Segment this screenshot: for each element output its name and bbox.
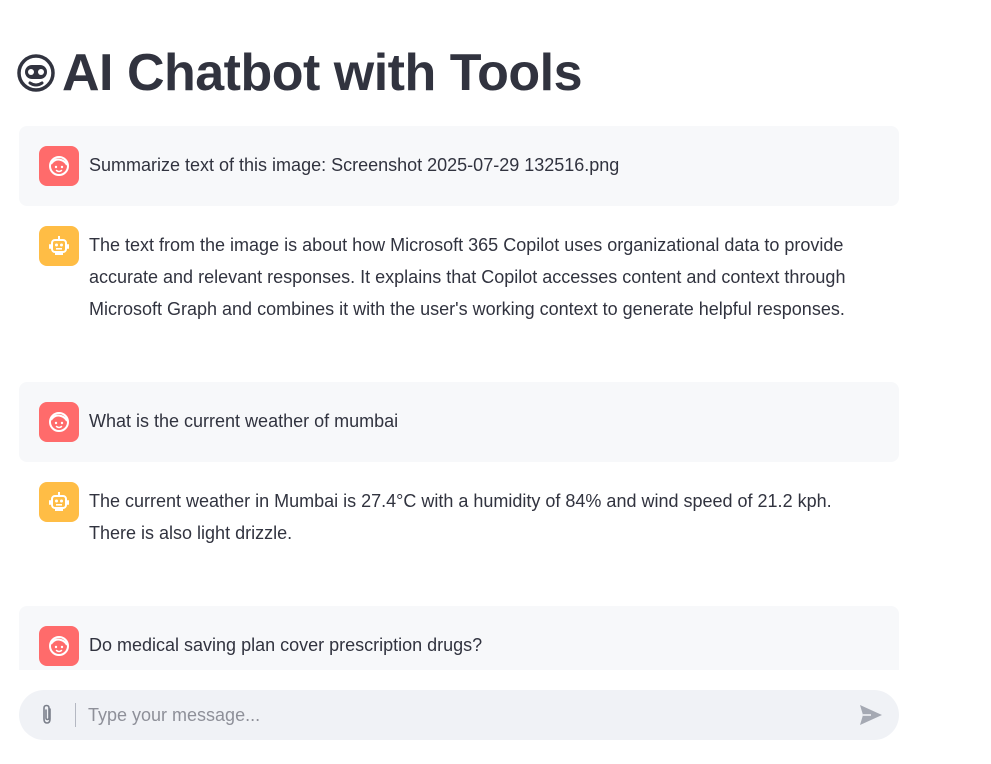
message-text: What is the current weather of mumbai	[89, 411, 399, 431]
input-divider	[75, 703, 76, 727]
chat-message-assistant: The current weather in Mumbai is 27.4°C …	[19, 462, 899, 606]
chat-messages[interactable]: Summarize text of this image: Screenshot…	[19, 126, 899, 670]
message-text: Summarize text of this image: Screenshot…	[89, 155, 620, 175]
robot-face-icon	[16, 53, 56, 93]
attach-file-button[interactable]	[19, 690, 75, 740]
message-text: The current weather in Mumbai is 27.4°C …	[89, 491, 832, 543]
chat-message-user: What is the current weather of mumbai	[19, 382, 899, 462]
page-header: AI Chatbot with Tools	[16, 40, 583, 106]
user-face-icon	[39, 626, 79, 666]
send-button[interactable]	[843, 690, 899, 740]
user-face-icon	[39, 402, 79, 442]
user-face-icon	[39, 146, 79, 186]
send-icon	[859, 704, 883, 726]
page-title: AI Chatbot with Tools	[62, 44, 583, 102]
robot-icon	[39, 482, 79, 522]
message-text: Do medical saving plan cover prescriptio…	[89, 635, 483, 655]
chat-input-bar	[19, 689, 899, 741]
paperclip-icon	[37, 703, 57, 727]
message-text: The text from the image is about how Mic…	[89, 235, 846, 319]
message-input[interactable]	[86, 689, 843, 741]
chat-message-user: Do medical saving plan cover prescriptio…	[19, 606, 899, 670]
chat-message-assistant: The text from the image is about how Mic…	[19, 206, 899, 382]
robot-icon	[39, 226, 79, 266]
chat-message-user: Summarize text of this image: Screenshot…	[19, 126, 899, 206]
chat-page: AI Chatbot with Tools Summarize text of …	[0, 0, 991, 764]
